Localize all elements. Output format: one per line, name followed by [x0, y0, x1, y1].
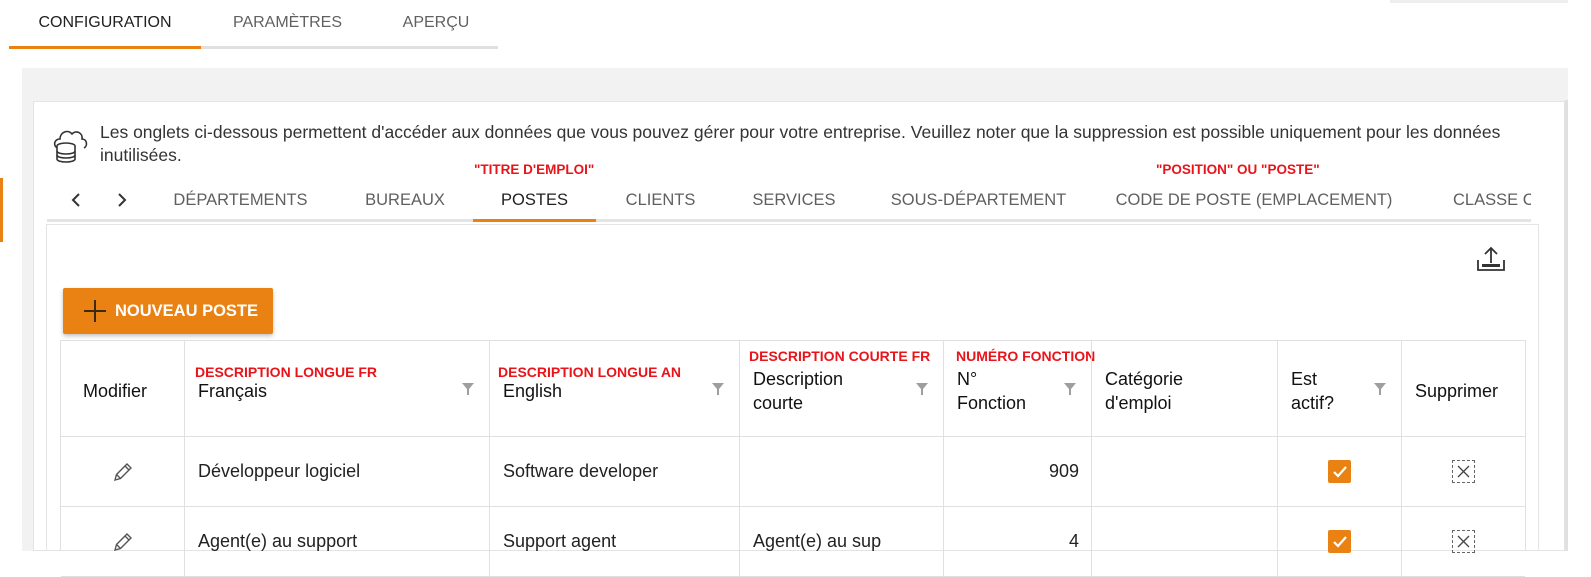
cell-description-courte: Agent(e) au sup — [740, 507, 944, 576]
header-supprimer: Supprimer — [1402, 341, 1526, 437]
export-icon[interactable] — [1475, 245, 1507, 275]
tab-apercu[interactable]: APERÇU — [374, 0, 498, 46]
cloud-database-icon — [53, 130, 88, 163]
header-no-fonction[interactable]: N° Fonction — [944, 341, 1092, 437]
cell-description-courte — [740, 437, 944, 506]
header-english[interactable]: English — [490, 341, 740, 437]
new-poste-label: NOUVEAU POSTE — [115, 301, 259, 320]
postes-grid: Modifier Français English Description co… — [60, 340, 1526, 577]
edit-cell — [61, 437, 185, 506]
tab-parametres[interactable]: PARAMÈTRES — [201, 0, 374, 46]
data-tab-bar: DÉPARTEMENTS BUREAUX POSTES CLIENTS SERV… — [143, 178, 1531, 222]
chevron-right-icon — [118, 193, 127, 207]
cell-francais: Agent(e) au support — [185, 507, 490, 576]
active-checkbox[interactable] — [1328, 460, 1351, 483]
header-categorie-emploi[interactable]: Catégorie d'emploi — [1092, 341, 1278, 437]
plus-icon — [83, 299, 107, 323]
top-right-shadow — [1390, 0, 1568, 3]
close-icon — [1457, 465, 1470, 478]
tab-configuration[interactable]: CONFIGURATION — [9, 0, 201, 49]
new-poste-button[interactable]: NOUVEAU POSTE — [63, 288, 273, 334]
checkmark-icon — [1332, 465, 1347, 478]
tab-bureaux[interactable]: BUREAUX — [338, 178, 472, 222]
cell-english: Support agent — [490, 507, 740, 576]
delete-button[interactable] — [1452, 530, 1475, 553]
table-row: Agent(e) au support Support agent Agent(… — [61, 507, 1525, 577]
table-row: Développeur logiciel Software developer … — [61, 437, 1525, 507]
tab-services[interactable]: SERVICES — [725, 178, 863, 222]
filter-icon[interactable] — [1064, 383, 1076, 395]
left-accent-bar — [0, 178, 3, 242]
cell-francais: Développeur logiciel — [185, 437, 490, 506]
header-francais[interactable]: Français — [185, 341, 490, 437]
filter-icon[interactable] — [1374, 383, 1386, 395]
cell-categorie-emploi — [1092, 507, 1278, 576]
cell-est-actif — [1278, 507, 1402, 576]
scroll-right-button[interactable] — [108, 186, 136, 214]
tab-bar-divider — [47, 219, 1531, 222]
tab-clients[interactable]: CLIENTS — [596, 178, 725, 222]
cell-english: Software developer — [490, 437, 740, 506]
filter-icon[interactable] — [916, 383, 928, 395]
top-tab-bar: CONFIGURATION PARAMÈTRES APERÇU — [9, 0, 498, 49]
delete-button[interactable] — [1452, 460, 1475, 483]
cell-categorie-emploi — [1092, 437, 1278, 506]
scroll-left-button[interactable] — [62, 186, 90, 214]
tab-departements[interactable]: DÉPARTEMENTS — [143, 178, 338, 222]
vertical-scrollbar[interactable] — [1565, 100, 1568, 551]
cell-supprimer — [1402, 437, 1525, 506]
info-message: Les onglets ci-dessous permettent d'accé… — [100, 122, 1501, 165]
active-tab-indicator — [473, 219, 596, 222]
tab-sous-departement[interactable]: SOUS-DÉPARTEMENT — [863, 178, 1094, 222]
annotation-position-poste: "POSITION" OU "POSTE" — [1156, 162, 1320, 177]
cell-est-actif — [1278, 437, 1402, 506]
active-checkbox[interactable] — [1328, 530, 1351, 553]
header-modifier: Modifier — [61, 341, 185, 437]
cell-no-fonction: 4 — [944, 507, 1092, 576]
checkmark-icon — [1332, 535, 1347, 548]
filter-icon[interactable] — [462, 383, 474, 395]
edit-cell — [61, 507, 185, 576]
pencil-icon[interactable] — [111, 530, 135, 554]
header-est-actif[interactable]: Est actif? — [1278, 341, 1402, 437]
chevron-left-icon — [71, 193, 80, 207]
pencil-icon[interactable] — [111, 460, 135, 484]
tab-classe[interactable]: CLASSE C — [1453, 178, 1531, 222]
cell-supprimer — [1402, 507, 1525, 576]
tab-code-de-poste[interactable]: CODE DE POSTE (EMPLACEMENT) — [1094, 178, 1414, 222]
close-icon — [1457, 535, 1470, 548]
cell-no-fonction: 909 — [944, 437, 1092, 506]
annotation-titre-emploi: "TITRE D'EMPLOI" — [474, 162, 595, 177]
filter-icon[interactable] — [712, 383, 724, 395]
header-description-courte[interactable]: Description courte — [740, 341, 944, 437]
tab-postes[interactable]: POSTES — [473, 178, 596, 222]
